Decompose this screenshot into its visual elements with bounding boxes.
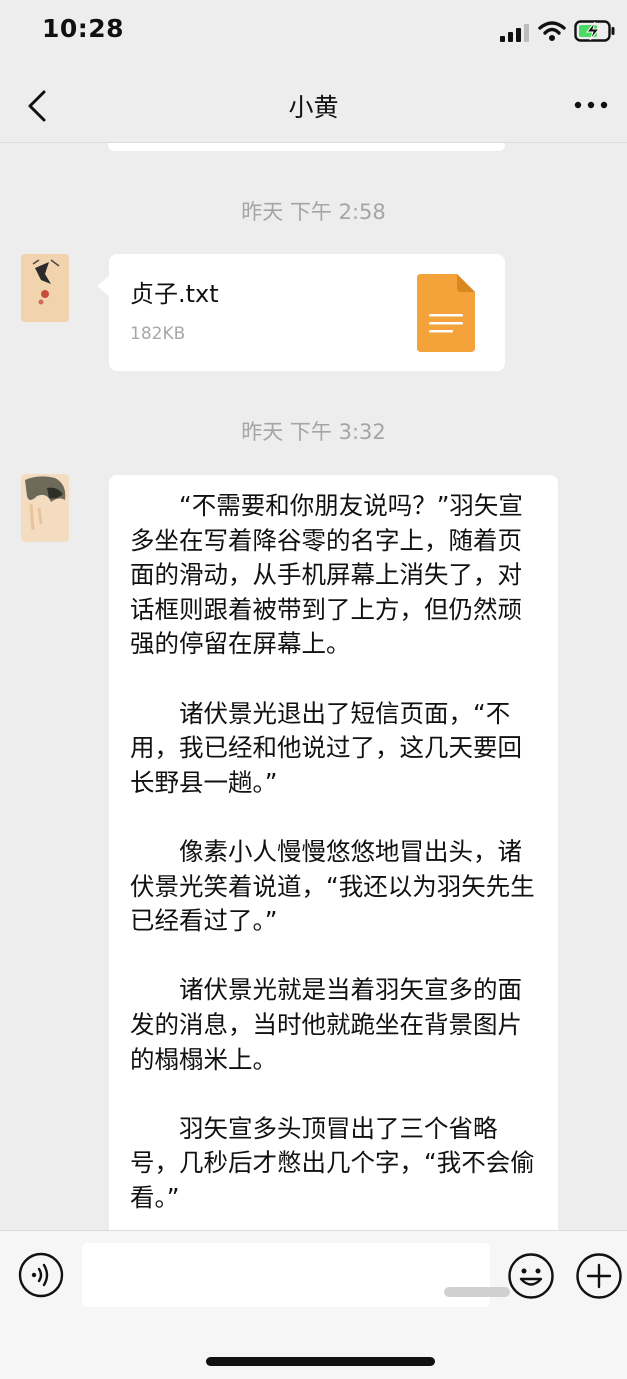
input-bar [0, 1230, 627, 1379]
message-paragraph: “不需要和你朋友说吗？”羽矢宣多坐在写着降谷零的名字上，随着页面的滑动，从手机屏… [130, 491, 523, 659]
status-bar: 10:28 [0, 0, 627, 64]
message-timestamp: 昨天 下午 3:32 [241, 420, 386, 444]
chat-message-list[interactable]: 昨天 下午 2:58 贞子.txt 182KB 昨天 下午 3:32 “不需要和… [0, 143, 627, 1230]
scroll-indicator [444, 1287, 510, 1297]
message-text: “不需要和你朋友说吗？”羽矢宣多坐在写着降谷零的名字上，随着页面的滑动，从手机屏… [109, 475, 558, 1215]
battery-charging-icon [574, 20, 615, 42]
home-indicator[interactable] [206, 1357, 435, 1366]
chat-title: 小黄 [288, 93, 339, 122]
emoji-icon[interactable] [507, 1252, 555, 1300]
document-file-icon [417, 274, 475, 352]
plus-icon[interactable] [575, 1252, 623, 1300]
cellular-signal-icon [500, 24, 529, 42]
message-paragraph: 像素小人慢慢悠悠地冒出头，诸伏景光笑着说道，“我还以为羽矢先生已经看过了。” [130, 836, 535, 936]
message-paragraph: 诸伏景光退出了短信页面，“不用，我已经和他说过了，这几天要回长野县一趟。” [130, 698, 522, 797]
wifi-icon [538, 21, 566, 41]
message-timestamp: 昨天 下午 2:58 [241, 200, 386, 224]
voice-icon[interactable] [18, 1252, 64, 1298]
more-dots-icon[interactable] [573, 90, 609, 120]
message-input[interactable] [82, 1243, 490, 1307]
file-size: 182KB [130, 324, 186, 344]
file-message-bubble[interactable]: 贞子.txt 182KB [97, 254, 505, 371]
contact-avatar[interactable] [21, 254, 69, 322]
message-paragraph: 诸伏景光就是当着羽矢宣多的面发的消息，当时他就跪坐在背景图片的榻榻米上。 [130, 975, 522, 1074]
previous-message-bubble[interactable] [108, 143, 505, 151]
nav-bar: 小黄 [0, 70, 627, 143]
file-name: 贞子.txt [130, 280, 219, 308]
text-message-bubble[interactable]: “不需要和你朋友说吗？”羽矢宣多坐在写着降谷零的名字上，随着页面的滑动，从手机屏… [109, 475, 558, 1230]
status-time: 10:28 [42, 14, 125, 43]
contact-avatar[interactable] [21, 474, 69, 542]
message-paragraph: 羽矢宣多头顶冒出了三个省略号，几秒后才憋出几个字，“我不会偷看。” [130, 1113, 535, 1212]
